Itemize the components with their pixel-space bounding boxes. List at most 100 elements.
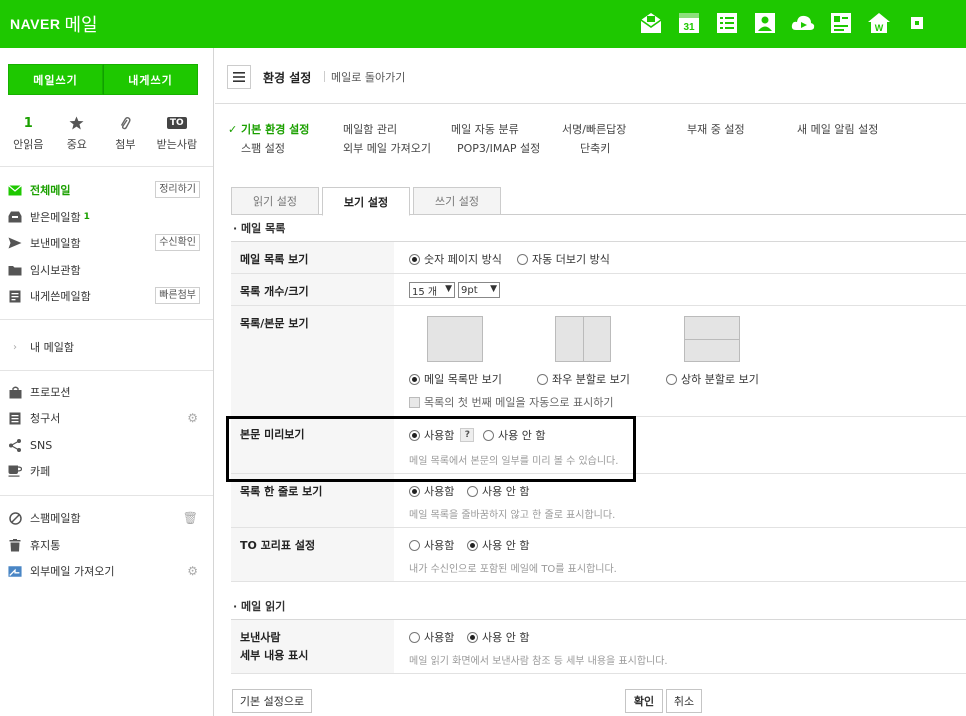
row-list-body-layout: 목록/본문 보기 메일 목록만 보기 좌우 분할로 보기 상하 분할로 보기 목…: [231, 306, 966, 417]
radio-to-mark-on[interactable]: 사용함: [409, 537, 454, 553]
quick-attach-button[interactable]: 빠른첨부: [155, 287, 200, 304]
section-mail-list: · 메일 목록: [233, 222, 286, 235]
folder-cafe[interactable]: 카페: [8, 462, 204, 480]
paperclip-icon: [103, 114, 148, 132]
tab-write-settings[interactable]: 쓰기 설정: [413, 187, 501, 215]
calendar-icon[interactable]: 31: [674, 10, 704, 36]
folder-all-mail[interactable]: 전체메일 정리하기: [8, 181, 204, 199]
nav-auto-sort[interactable]: 메일 자동 분류: [451, 121, 519, 137]
row-list-count-label: 목록 개수/크기: [231, 274, 394, 305]
read-receipt-button[interactable]: 수신확인: [155, 234, 200, 251]
radio-sender-detail-off[interactable]: 사용 안 함: [467, 629, 529, 645]
cancel-button[interactable]: 취소: [666, 689, 702, 713]
nav-shortcuts[interactable]: 단축키: [580, 140, 610, 156]
gear-icon[interactable]: ⚙: [187, 411, 198, 425]
radio-page-numbers[interactable]: 숫자 페이지 방식: [409, 251, 502, 267]
gear-icon[interactable]: ⚙: [187, 564, 198, 578]
layout-split-horizontal-preview[interactable]: [684, 316, 740, 362]
mail-icon[interactable]: [636, 10, 666, 36]
radio-button-checked: [409, 485, 420, 497]
folder-sns[interactable]: SNS: [8, 436, 204, 454]
chevron-down-icon: ▼: [490, 284, 497, 294]
confirm-button[interactable]: 확인: [625, 689, 663, 713]
sender-detail-label-line2: 세부 내용 표시: [240, 649, 309, 662]
folder-sent[interactable]: 보낸메일함 수신확인: [8, 234, 204, 252]
cloud-icon[interactable]: [788, 10, 818, 36]
folder-sent-label: 보낸메일함: [30, 237, 81, 250]
naver-logo: NAVER: [10, 16, 61, 32]
shopping-bag-icon: [8, 385, 22, 399]
radio-list-only-label: 메일 목록만 보기: [424, 373, 502, 386]
radio-sender-detail-on-label: 사용함: [424, 631, 455, 644]
tab-view-settings[interactable]: 보기 설정: [322, 187, 410, 216]
radio-split-horizontal[interactable]: 좌우 분할로 보기: [537, 371, 630, 387]
radio-one-line-on[interactable]: 사용함: [409, 483, 454, 499]
folder-spam[interactable]: 스팸메일함 🗑: [8, 509, 204, 527]
radio-to-mark-off[interactable]: 사용 안 함: [467, 537, 529, 553]
radio-button: [537, 373, 548, 385]
back-to-mail-link[interactable]: 메일로 돌아가기: [331, 69, 405, 85]
layout-split-vertical-preview[interactable]: [555, 316, 611, 362]
radio-sender-detail-on[interactable]: 사용함: [409, 629, 454, 645]
mail-list-settings: 메일 목록 보기 숫자 페이지 방식 자동 더보기 방식 목록 개수/크기 15…: [231, 241, 966, 582]
folder-bills[interactable]: 청구서 ⚙: [8, 409, 204, 427]
row-list-view-label: 메일 목록 보기: [231, 242, 394, 273]
radio-one-line-off[interactable]: 사용 안 함: [467, 483, 529, 499]
nav-spam[interactable]: 스팸 설정: [241, 140, 285, 156]
memo-icon[interactable]: [826, 10, 856, 36]
folder-drafts[interactable]: 임시보관함: [8, 261, 204, 279]
radio-split-horizontal-label: 좌우 분할로 보기: [552, 373, 630, 386]
quick-important[interactable]: 중요: [55, 114, 100, 152]
folder-drafts-label: 임시보관함: [30, 264, 81, 277]
nav-external-mail[interactable]: 외부 메일 가져오기: [343, 140, 431, 156]
folder-trash[interactable]: 휴지통: [8, 536, 204, 554]
hamburger-menu-icon[interactable]: [227, 65, 251, 89]
row-list-count: 목록 개수/크기 15 개 ▼ 9pt ▼: [231, 274, 966, 306]
trash-small-icon[interactable]: 🗑: [183, 511, 198, 525]
folder-inbox[interactable]: 받은메일함 1: [8, 208, 204, 226]
nav-signature[interactable]: 서명/빠른답장: [562, 121, 626, 137]
brand-logo[interactable]: NAVER 메일: [10, 11, 98, 37]
checkbox-auto-show-first[interactable]: 목록의 첫 번째 메일을 자동으로 표시하기: [409, 394, 614, 410]
folder-cafe-label: 카페: [30, 465, 51, 478]
more-icon[interactable]: [902, 10, 932, 36]
quick-unread[interactable]: 1 안읽음: [6, 114, 51, 152]
contacts-icon[interactable]: [750, 10, 780, 36]
font-size-select[interactable]: 9pt ▼: [458, 282, 500, 298]
divider: [0, 495, 213, 496]
folder-icon: [8, 263, 22, 277]
layout-list-only-preview[interactable]: [427, 316, 483, 362]
radio-list-only[interactable]: 메일 목록만 보기: [409, 371, 502, 387]
radio-page-numbers-label: 숫자 페이지 방식: [424, 253, 502, 266]
radio-auto-more[interactable]: 자동 더보기 방식: [517, 251, 610, 267]
organize-button[interactable]: 정리하기: [155, 181, 200, 198]
nav-pop3-imap[interactable]: POP3/IMAP 설정: [457, 140, 540, 156]
highlight-box: [226, 416, 636, 482]
import-mail-icon: [8, 564, 22, 578]
reset-defaults-button[interactable]: 기본 설정으로: [232, 689, 312, 713]
to-badge-icon: TO: [166, 117, 187, 129]
radio-split-vertical[interactable]: 상하 분할로 보기: [666, 371, 759, 387]
quick-important-label: 중요: [66, 138, 87, 151]
service-icons: 31 W: [628, 10, 932, 36]
my-mailbox-toggle[interactable]: › 내 메일함: [8, 338, 204, 356]
nav-basic-settings[interactable]: ✓ 기본 환경 설정: [228, 121, 309, 137]
quick-recipient[interactable]: TO 받는사람: [152, 114, 202, 152]
nav-mailbox-manage[interactable]: 메일함 관리: [343, 121, 397, 137]
list-count-select[interactable]: 15 개 ▼: [409, 282, 455, 298]
write-to-self-button[interactable]: 내게쓰기: [103, 64, 198, 95]
nav-new-mail-alert[interactable]: 새 메일 알림 설정: [797, 121, 878, 137]
write-mail-button[interactable]: 메일쓰기: [8, 64, 103, 95]
settings-tabs: 읽기 설정 보기 설정 쓰기 설정: [231, 187, 966, 216]
tab-read-settings[interactable]: 읽기 설정: [231, 187, 319, 215]
home-icon[interactable]: W: [864, 10, 894, 36]
write-buttons: 메일쓰기 내게쓰기: [8, 64, 198, 95]
folder-promotion[interactable]: 프로모션: [8, 383, 204, 401]
checkbox-disabled: [409, 396, 420, 408]
quick-attachment[interactable]: 첨부: [103, 114, 148, 152]
folder-self-sent-label: 내게쓴메일함: [30, 290, 91, 303]
folder-external-import[interactable]: 외부메일 가져오기 ⚙: [8, 562, 204, 580]
folder-self-sent[interactable]: 내게쓴메일함 빠른첨부: [8, 287, 204, 305]
nav-absence[interactable]: 부재 중 설정: [687, 121, 745, 137]
list-icon[interactable]: [712, 10, 742, 36]
